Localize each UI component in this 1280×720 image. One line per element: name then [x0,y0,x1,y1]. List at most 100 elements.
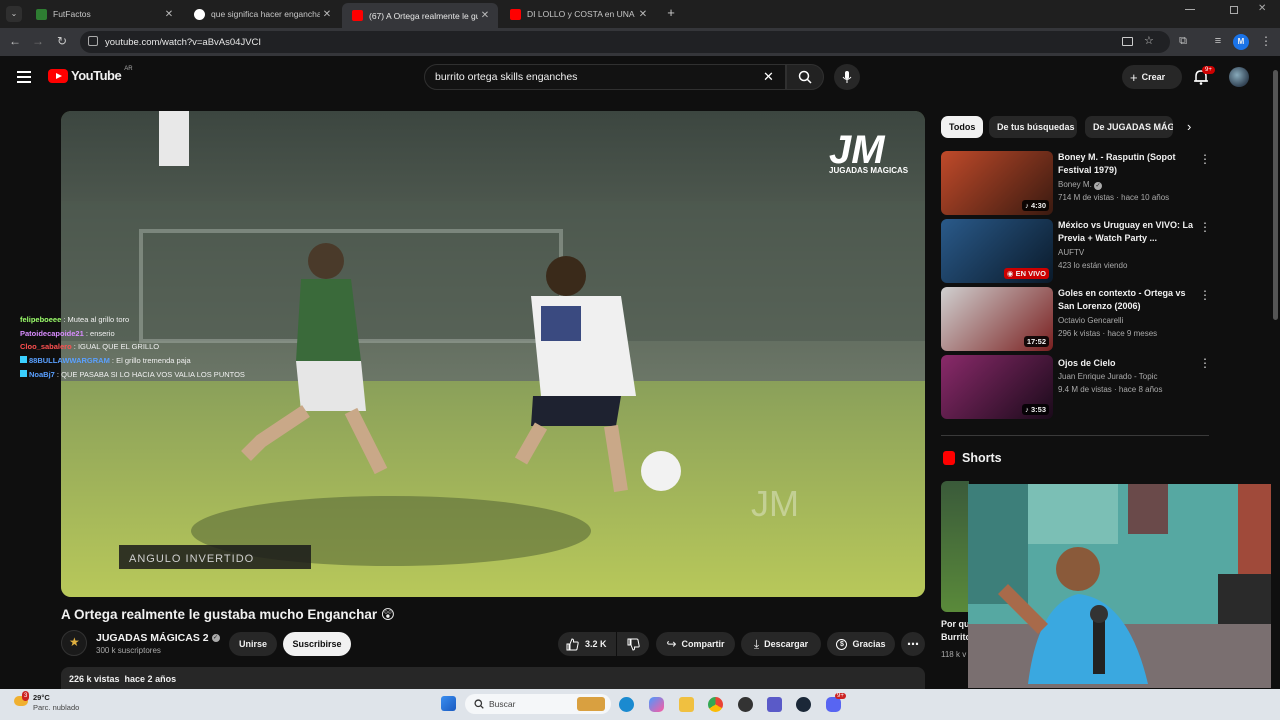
thanks-button[interactable]: $ Gracias [827,632,895,656]
video-thumbnail[interactable]: ◉ EN VIVO [941,219,1053,283]
app-icon[interactable] [738,697,753,712]
dislike-button[interactable] [617,632,649,656]
close-icon[interactable]: ✕ [320,9,334,20]
verified-check-icon: ✓ [1094,182,1103,190]
scrollbar-thumb[interactable] [1273,70,1278,320]
search-icon [474,699,484,709]
notification-badge: 9+ [1202,66,1215,74]
chrome-icon[interactable] [708,697,723,712]
share-button[interactable]: ↪ Compartir [656,632,735,656]
subscribe-button[interactable]: Suscribirse [283,632,351,656]
maximize-icon[interactable] [1230,6,1238,14]
edge-browser-icon[interactable] [619,697,634,712]
chat-overlay: felipeboeee : Mutea al grillo toro Patoi… [20,313,245,382]
recommended-title[interactable]: Boney M. - Rasputin (Sopot Festival 1979… [1058,151,1194,177]
voice-search-button[interactable] [834,64,860,90]
steam-icon[interactable] [796,697,811,712]
profile-avatar[interactable]: M [1233,34,1249,50]
recommended-video[interactable]: ◉ EN VIVO México vs Uruguay en VIVO: La … [941,219,1211,283]
reading-list-icon[interactable]: ≡ [1210,33,1226,49]
browser-menu-icon[interactable]: ⋮ [1258,33,1274,49]
recommended-title[interactable]: Goles en contexto - Ortega vs San Lorenz… [1058,287,1194,313]
cast-icon[interactable] [1122,37,1133,46]
short-thumbnail[interactable] [941,481,969,612]
close-window-icon[interactable]: ✕ [1258,3,1266,14]
more-vertical-icon[interactable]: ⋮ [1199,153,1211,165]
more-vertical-icon[interactable]: ⋮ [1199,221,1211,233]
hamburger-menu-icon[interactable] [17,71,31,83]
views-and-date: 226 k vistas hace 2 años [69,674,177,684]
close-icon[interactable]: ✕ [478,10,492,21]
back-arrow-icon[interactable]: ← [7,33,23,49]
extensions-icon[interactable]: ⧉ [1175,33,1191,49]
browser-tab-active[interactable]: (67) A Ortega realmente le gust ✕ [342,3,498,28]
more-vertical-icon[interactable]: ⋮ [1199,289,1211,301]
teams-icon[interactable] [767,697,782,712]
chat-line: Cloo_sabalero : IGUAL QUE EL GRILLO [20,340,245,354]
forward-arrow-icon[interactable]: → [30,33,46,49]
create-button[interactable]: + Crear [1122,65,1182,89]
site-info-icon[interactable] [88,36,98,46]
windows-start-icon[interactable] [441,696,456,711]
recommended-meta: 296 k vistas · hace 9 meses [1058,329,1158,338]
recommended-title[interactable]: Ojos de Cielo [1058,357,1194,370]
recommended-channel[interactable]: Juan Enrique Jurado - Topic [1058,372,1157,381]
new-tab-plus-icon[interactable]: + [664,6,678,20]
short-title-partial[interactable]: Por qu Burrito [941,618,968,644]
tab-search-dropdown[interactable]: ⌄ [6,6,22,22]
clear-search-icon[interactable]: ✕ [763,65,774,89]
shorts-icon [943,451,955,465]
chip-todos[interactable]: Todos [941,116,983,138]
channel-name[interactable]: JUGADAS MÁGICAS 2 ✓ [96,632,220,644]
search-input[interactable]: burrito ortega skills enganches ✕ [424,64,786,90]
discord-icon[interactable] [826,697,841,712]
chat-user: Cloo_sabalero [20,342,72,352]
chevron-right-icon[interactable]: › [1187,119,1191,134]
description-box[interactable]: 226 k vistas hace 2 años [61,667,925,689]
reload-icon[interactable]: ↻ [54,33,70,49]
close-icon[interactable]: ✕ [636,9,650,20]
taskbar-search-input[interactable]: Buscar [465,694,611,714]
chip-de-jugadas-magicas[interactable]: De JUGADAS MÁGICAS [1085,116,1173,138]
recommended-title[interactable]: México vs Uruguay en VIVO: La Previa + W… [1058,219,1194,245]
search-button[interactable] [786,64,824,90]
close-icon[interactable]: ✕ [162,9,176,20]
recommended-video[interactable]: 17:52 Goles en contexto - Ortega vs San … [941,287,1211,351]
download-icon: ⤓ [753,636,760,651]
microphone-icon [842,71,852,83]
minimize-icon[interactable] [1185,9,1195,10]
weather-widget[interactable]: 3 29°C Parc. nublado [14,691,79,713]
account-avatar[interactable] [1229,67,1249,87]
bookmark-star-icon[interactable]: ☆ [1144,34,1154,47]
browser-tab[interactable]: DI LOLLO y COSTA en UNA BOM ✕ [500,3,656,25]
channel-avatar[interactable]: ★ [61,630,87,656]
recommended-video[interactable]: ♪ 3:53 Ojos de Cielo Juan Enrique Jurado… [941,355,1211,419]
video-thumbnail[interactable]: ♪ 4:30 [941,151,1053,215]
recommended-channel[interactable]: AUFTV [1058,248,1084,257]
download-button[interactable]: ⤓ Descargar [741,632,821,656]
recommended-video[interactable]: ♪ 4:30 Boney M. - Rasputin (Sopot Festiv… [941,151,1211,215]
create-label: Crear [1141,72,1166,82]
file-explorer-icon[interactable] [679,697,694,712]
search-highlight-icon [577,697,605,711]
youtube-logo[interactable]: YouTube AR [48,65,133,83]
address-bar[interactable]: youtube.com/watch?v=aBvAs04JVCI ☆ [80,31,1170,53]
chat-message: IGUAL QUE EL GRILLO [77,342,160,352]
video-thumbnail[interactable]: ♪ 3:53 [941,355,1053,419]
discord-badge: 9+ [835,693,846,699]
video-thumbnail[interactable]: 17:52 [941,287,1053,351]
plus-icon: + [1130,69,1138,85]
browser-tab[interactable]: FutFactos ✕ [26,3,182,25]
join-button[interactable]: Unirse [229,632,277,656]
music-note-icon: ♪ [1025,201,1029,210]
chip-de-tus-busquedas[interactable]: De tus búsquedas [989,116,1077,138]
copilot-icon[interactable] [649,697,664,712]
more-vertical-icon[interactable]: ⋮ [1199,357,1211,369]
browser-tab[interactable]: que significa hacer enganchar - ✕ [184,3,340,25]
more-actions-button[interactable]: ⋯ [901,632,925,656]
chat-user: NoaBj7 [29,369,55,379]
recommended-channel[interactable]: Octavio Gencarelli [1058,316,1123,325]
like-button[interactable]: 3.2 K [558,632,616,656]
country-code: AR [124,65,133,72]
recommended-channel[interactable]: Boney M. ✓ [1058,180,1103,190]
